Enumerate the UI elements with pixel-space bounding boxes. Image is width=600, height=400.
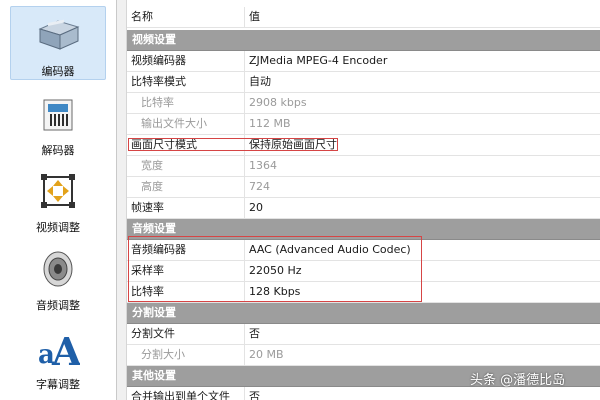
property-name: 画面尺寸模式: [131, 138, 197, 151]
property-name: 帧速率: [131, 201, 164, 214]
property-split-size: 分割大小 20 MB: [127, 345, 600, 366]
property-value[interactable]: 保持原始画面尺寸: [249, 135, 589, 155]
sidebar-item-encoder[interactable]: 编码器: [10, 6, 106, 80]
property-audio-bitrate[interactable]: 比特率 128 Kbps: [127, 282, 600, 303]
property-name: 比特率模式: [131, 75, 186, 88]
property-name: 分割大小: [141, 348, 185, 361]
property-name: 高度: [141, 180, 163, 193]
property-grid: 名称 值 视频设置 视频编码器 ZJMedia MPEG-4 Encoder 比…: [127, 0, 600, 400]
property-name: 分割文件: [131, 327, 175, 340]
property-video-encoder[interactable]: 视频编码器 ZJMedia MPEG-4 Encoder: [127, 51, 600, 72]
property-bitrate-mode[interactable]: 比特率模式 自动: [127, 72, 600, 93]
property-bitrate: 比特率 2908 kbps: [127, 93, 600, 114]
section-video-settings[interactable]: 视频设置: [127, 30, 600, 51]
property-sample-rate[interactable]: 采样率 22050 Hz: [127, 261, 600, 282]
property-frame-size-mode[interactable]: 画面尺寸模式 保持原始画面尺寸: [127, 135, 600, 156]
property-name: 音频编码器: [131, 243, 186, 256]
sidebar-item-label: 编码器: [41, 65, 75, 78]
property-value: 1364: [249, 159, 277, 172]
property-output-file-size: 输出文件大小 112 MB: [127, 114, 600, 135]
section-audio-settings[interactable]: 音频设置: [127, 219, 600, 240]
sidebar-item-audio-adjust[interactable]: 音频调整: [10, 241, 106, 315]
encoder-icon: [34, 13, 82, 57]
speaker-icon: [34, 247, 82, 291]
property-value[interactable]: 20: [249, 198, 589, 218]
property-name: 宽度: [141, 159, 163, 172]
sidebar-item-label: 字幕调整: [36, 378, 80, 391]
property-name: 比特率: [131, 285, 164, 298]
property-height: 高度 724: [127, 177, 600, 198]
property-name: 输出文件大小: [141, 117, 207, 130]
property-value[interactable]: 自动: [249, 72, 589, 92]
property-split-file[interactable]: 分割文件 否: [127, 324, 600, 345]
section-split-settings[interactable]: 分割设置: [127, 303, 600, 324]
sidebar-item-label: 视频调整: [36, 221, 80, 234]
subtitle-icon: a A: [34, 326, 82, 370]
property-value[interactable]: AAC (Advanced Audio Codec): [249, 240, 589, 260]
grid-column-header: 名称 值: [127, 7, 600, 28]
property-value: 20 MB: [249, 348, 284, 361]
property-name: 采样率: [131, 264, 164, 277]
sidebar-item-video-adjust[interactable]: 视频调整: [10, 163, 106, 237]
property-value[interactable]: 128 Kbps: [249, 282, 589, 302]
sidebar: 编码器 解码器 视频调整 音频调整 a A 字幕调整: [0, 0, 117, 400]
property-width: 宽度 1364: [127, 156, 600, 177]
property-value[interactable]: 否: [249, 324, 589, 344]
property-value: 112 MB: [249, 117, 291, 130]
property-name: 视频编码器: [131, 54, 186, 67]
sidebar-item-subtitle-adjust[interactable]: a A 字幕调整: [10, 320, 106, 394]
property-name: 比特率: [141, 96, 174, 109]
property-audio-encoder[interactable]: 音频编码器 AAC (Advanced Audio Codec): [127, 240, 600, 261]
video-adjust-icon: [34, 169, 82, 213]
property-frame-rate[interactable]: 帧速率 20: [127, 198, 600, 219]
value-column-header: 值: [249, 10, 260, 23]
sidebar-item-decoder[interactable]: 解码器: [10, 86, 106, 160]
property-name: 合并输出到单个文件: [131, 390, 230, 400]
property-value[interactable]: ZJMedia MPEG-4 Encoder: [249, 51, 589, 71]
sidebar-item-label: 音频调整: [36, 299, 80, 312]
svg-text:A: A: [51, 329, 80, 369]
vertical-splitter[interactable]: [117, 0, 127, 400]
property-value: 724: [249, 180, 270, 193]
property-value[interactable]: 22050 Hz: [249, 261, 589, 281]
sidebar-item-label: 解码器: [41, 144, 75, 157]
watermark: 头条 @潘德比岛: [470, 373, 566, 388]
name-column-header: 名称: [131, 10, 153, 23]
decoder-icon: [34, 92, 82, 136]
section-title: 视频设置: [132, 33, 176, 46]
section-title: 音频设置: [132, 222, 176, 235]
section-title: 其他设置: [132, 369, 176, 382]
property-value: 2908 kbps: [249, 96, 307, 109]
section-title: 分割设置: [132, 306, 176, 319]
